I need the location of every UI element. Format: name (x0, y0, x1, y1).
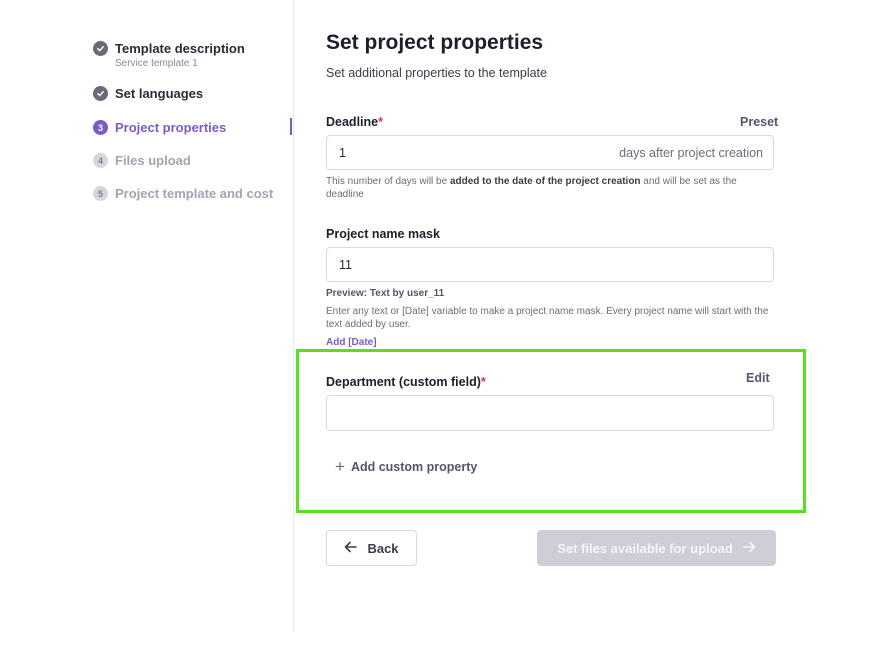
step-sublabel: Service template 1 (115, 58, 198, 69)
step-set-languages[interactable]: Set languages (93, 85, 203, 102)
required-mark: * (480, 375, 486, 389)
arrow-right-icon (742, 540, 756, 557)
custom-field-input[interactable] (326, 395, 774, 431)
page-title: Set project properties (326, 31, 544, 54)
check-icon (93, 41, 108, 56)
name-mask-label: Project name mask (326, 227, 440, 241)
name-mask-value: 11 (339, 258, 352, 272)
deadline-label: Deadline* (326, 115, 383, 129)
add-date-link[interactable]: Add [Date] (326, 337, 377, 348)
name-mask-preview: Preview: Text by user_11 (326, 288, 445, 299)
active-step-indicator (290, 118, 292, 135)
add-custom-property-button[interactable]: + Add custom property (335, 457, 478, 476)
name-mask-help-text: Enter any text or [Date] variable to mak… (326, 306, 769, 330)
back-button[interactable]: Back (326, 530, 417, 566)
preset-link[interactable]: Preset (740, 115, 778, 129)
step-number-badge: 4 (93, 153, 108, 168)
deadline-suffix: days after project creation (619, 146, 763, 160)
step-label: Set languages (115, 86, 204, 101)
check-icon (93, 86, 108, 101)
page-subtitle: Set additional properties to the templat… (326, 66, 547, 80)
next-button-label: Set files available for upload (557, 540, 733, 556)
set-files-available-button: Set files available for upload (537, 530, 776, 566)
step-number-badge: 3 (93, 120, 108, 135)
step-label: Files upload (115, 153, 191, 168)
highlight-box (296, 349, 806, 513)
deadline-value: 1 (339, 146, 346, 160)
deadline-input[interactable]: 1 days after project creation (326, 135, 774, 170)
plus-icon: + (335, 457, 345, 476)
step-label: Project template and cost (115, 186, 274, 201)
required-mark: * (378, 115, 383, 129)
deadline-help-text: This number of days will be added to the… (326, 176, 737, 200)
name-mask-input[interactable]: 11 (326, 247, 774, 282)
step-project-properties[interactable]: 3 Project properties (93, 119, 226, 136)
step-number-badge: 5 (93, 186, 108, 201)
step-project-template-and-cost: 5 Project template and cost (93, 185, 273, 202)
step-label: Project properties (115, 120, 227, 135)
step-label: Template description (115, 41, 245, 56)
step-files-upload: 4 Files upload (93, 152, 191, 169)
add-custom-property-label: Add custom property (350, 460, 478, 474)
step-template-description[interactable]: Template description Service template 1 (93, 40, 245, 69)
arrow-left-icon (344, 540, 358, 557)
edit-link[interactable]: Edit (746, 371, 770, 385)
custom-field-label: Department (custom field)* (326, 375, 486, 389)
back-button-label: Back (367, 540, 399, 556)
